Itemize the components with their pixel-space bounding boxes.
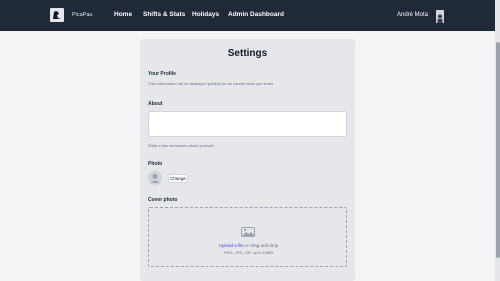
user-avatar[interactable]: [436, 10, 444, 23]
top-navbar: PicaPau Home Shifts & Stats Holidays Adm…: [0, 0, 500, 31]
upload-suffix: or drag and drop: [243, 243, 279, 248]
brand-name[interactable]: PicaPau: [72, 12, 93, 18]
cover-photo-label: Cover photo: [148, 197, 178, 203]
about-hint: Write a few sentences about yourself.: [148, 143, 215, 148]
image-placeholder-icon: [241, 224, 255, 237]
about-label: About: [148, 101, 163, 107]
page-scrollbar[interactable]: [495, 0, 500, 281]
nav-link-admin-dashboard[interactable]: Admin Dashboard: [228, 11, 284, 18]
photo-label: Photo: [148, 161, 163, 167]
nav-link-home[interactable]: Home: [114, 11, 132, 18]
page-title: Settings: [227, 48, 268, 59]
upload-hint: PNG, JPG, GIF up to 10MB: [223, 250, 274, 255]
nav-link-shifts-stats[interactable]: Shifts & Stats: [143, 11, 185, 18]
upload-instruction: Upload a file or drag and drop: [149, 243, 348, 248]
settings-card: Settings Your Profile This information w…: [140, 39, 355, 281]
upload-file-link[interactable]: Upload a file: [219, 243, 244, 248]
profile-heading: Your Profile: [148, 71, 176, 77]
nav-link-holidays[interactable]: Holidays: [192, 11, 219, 18]
cover-photo-dropzone[interactable]: Upload a file or drag and drop PNG, JPG,…: [148, 207, 347, 267]
profile-description: This information will be displayed publi…: [148, 81, 275, 86]
picapau-logo-icon[interactable]: [50, 8, 64, 22]
scrollbar-thumb[interactable]: [495, 42, 500, 258]
change-photo-button[interactable]: Change: [168, 174, 188, 183]
about-textarea[interactable]: [148, 111, 347, 137]
profile-photo-avatar: [148, 171, 162, 185]
user-name[interactable]: André Mota: [397, 12, 428, 18]
